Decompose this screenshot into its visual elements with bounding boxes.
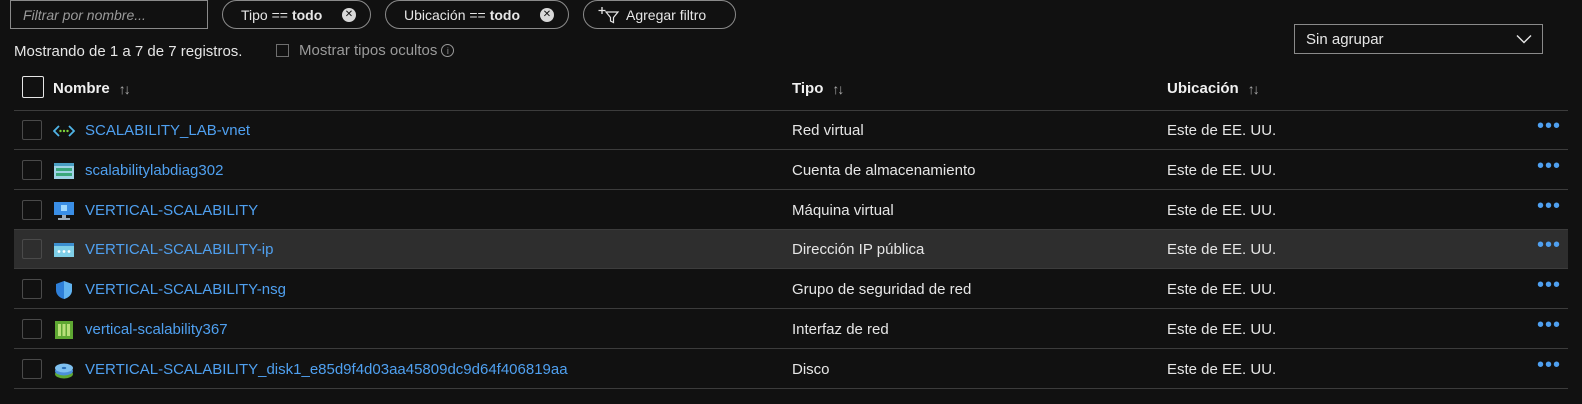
- more-actions-icon[interactable]: •••: [1537, 196, 1561, 216]
- disk-icon: [53, 360, 75, 380]
- filter-pill-location[interactable]: Ubicación == todo ✕: [385, 0, 569, 29]
- resource-name-link[interactable]: vertical-scalability367: [85, 321, 228, 338]
- show-hidden-types-label: Mostrar tipos ocultos: [299, 42, 438, 59]
- filter-pill-location-key: Ubicación ==: [404, 6, 486, 23]
- remove-filter-icon[interactable]: ✕: [540, 7, 554, 22]
- checkbox-box[interactable]: [276, 44, 289, 57]
- row-checkbox[interactable]: [22, 279, 42, 299]
- public-ip-icon: [53, 240, 75, 260]
- network-interface-icon: [53, 320, 75, 340]
- resource-location-cell: Este de EE. UU.: [1167, 162, 1277, 179]
- table-row[interactable]: [14, 151, 1568, 190]
- resource-type-cell: Red virtual: [792, 122, 864, 139]
- resource-type-cell: Dirección IP pública: [792, 241, 925, 258]
- resource-location-cell: Este de EE. UU.: [1167, 202, 1277, 219]
- chevron-down-icon: [1516, 35, 1532, 44]
- resource-type-cell: Grupo de seguridad de red: [792, 281, 972, 298]
- column-header-location-label: Ubicación: [1167, 80, 1239, 97]
- row-checkbox[interactable]: [22, 239, 42, 259]
- remove-filter-icon[interactable]: ✕: [342, 7, 356, 22]
- more-actions-icon[interactable]: •••: [1537, 315, 1561, 335]
- resource-type-cell: Cuenta de almacenamiento: [792, 162, 976, 179]
- resource-location-cell: Este de EE. UU.: [1167, 241, 1277, 258]
- grouping-dropdown-value: Sin agrupar: [1306, 30, 1384, 48]
- resource-location-cell: Este de EE. UU.: [1167, 361, 1277, 378]
- more-actions-icon[interactable]: •••: [1537, 275, 1561, 295]
- select-all-checkbox[interactable]: [22, 76, 44, 98]
- storage-account-icon: [53, 161, 75, 181]
- records-count-text: Mostrando de 1 a 7 de 7 registros.: [14, 43, 243, 60]
- row-checkbox[interactable]: [22, 200, 42, 220]
- more-actions-icon[interactable]: •••: [1537, 235, 1561, 255]
- info-icon[interactable]: i: [441, 44, 455, 57]
- filter-by-name-input[interactable]: [10, 0, 208, 29]
- resource-name-link[interactable]: SCALABILITY_LAB-vnet: [85, 122, 250, 139]
- column-header-location[interactable]: Ubicación ↑↓: [1167, 80, 1260, 97]
- column-header-name-label: Nombre: [53, 80, 110, 97]
- sort-icon[interactable]: ↑↓: [119, 81, 131, 97]
- resource-location-cell: Este de EE. UU.: [1167, 281, 1277, 298]
- column-header-type[interactable]: Tipo ↑↓: [792, 80, 844, 97]
- resource-name-link[interactable]: VERTICAL-SCALABILITY-ip: [85, 241, 273, 258]
- sort-icon[interactable]: ↑↓: [832, 81, 844, 97]
- row-checkbox[interactable]: [22, 120, 42, 140]
- table-header: [14, 69, 1568, 111]
- table-row[interactable]: [14, 310, 1568, 349]
- resource-location-cell: Este de EE. UU.: [1167, 122, 1277, 139]
- resource-type-cell: Disco: [792, 361, 830, 378]
- resource-location-cell: Este de EE. UU.: [1167, 321, 1277, 338]
- resource-type-cell: Máquina virtual: [792, 202, 894, 219]
- more-actions-icon[interactable]: •••: [1537, 156, 1561, 176]
- add-filter-button[interactable]: Agregar filtro: [583, 0, 736, 29]
- column-header-type-label: Tipo: [792, 80, 824, 97]
- resource-type-cell: Interfaz de red: [792, 321, 889, 338]
- filter-pill-location-value: todo: [489, 6, 521, 23]
- row-checkbox[interactable]: [22, 359, 42, 379]
- filter-pill-type[interactable]: Tipo == todo ✕: [222, 0, 371, 29]
- resource-name-link[interactable]: scalabilitylabdiag302: [85, 162, 223, 179]
- virtual-machine-icon: [53, 201, 75, 221]
- more-actions-icon[interactable]: •••: [1537, 355, 1561, 375]
- show-hidden-types-checkbox[interactable]: Mostrar tipos ocultos i: [276, 42, 455, 59]
- network-security-group-icon: [53, 280, 75, 300]
- resource-name-link[interactable]: VERTICAL-SCALABILITY-nsg: [85, 281, 286, 298]
- column-header-name[interactable]: Nombre ↑↓: [53, 80, 131, 97]
- filter-pill-type-value: todo: [291, 6, 323, 23]
- row-checkbox[interactable]: [22, 160, 42, 180]
- grouping-dropdown[interactable]: Sin agrupar: [1294, 24, 1543, 54]
- filter-pill-type-key: Tipo ==: [241, 6, 288, 23]
- resource-name-link[interactable]: VERTICAL-SCALABILITY: [85, 202, 258, 219]
- more-actions-icon[interactable]: •••: [1537, 116, 1561, 136]
- add-filter-icon: [598, 6, 620, 23]
- resource-name-link[interactable]: VERTICAL-SCALABILITY_disk1_e85d9f4d03aa4…: [85, 361, 568, 378]
- row-checkbox[interactable]: [22, 319, 42, 339]
- virtual-network-icon: [53, 121, 75, 141]
- add-filter-label: Agregar filtro: [626, 6, 707, 23]
- sort-icon[interactable]: ↑↓: [1248, 81, 1260, 97]
